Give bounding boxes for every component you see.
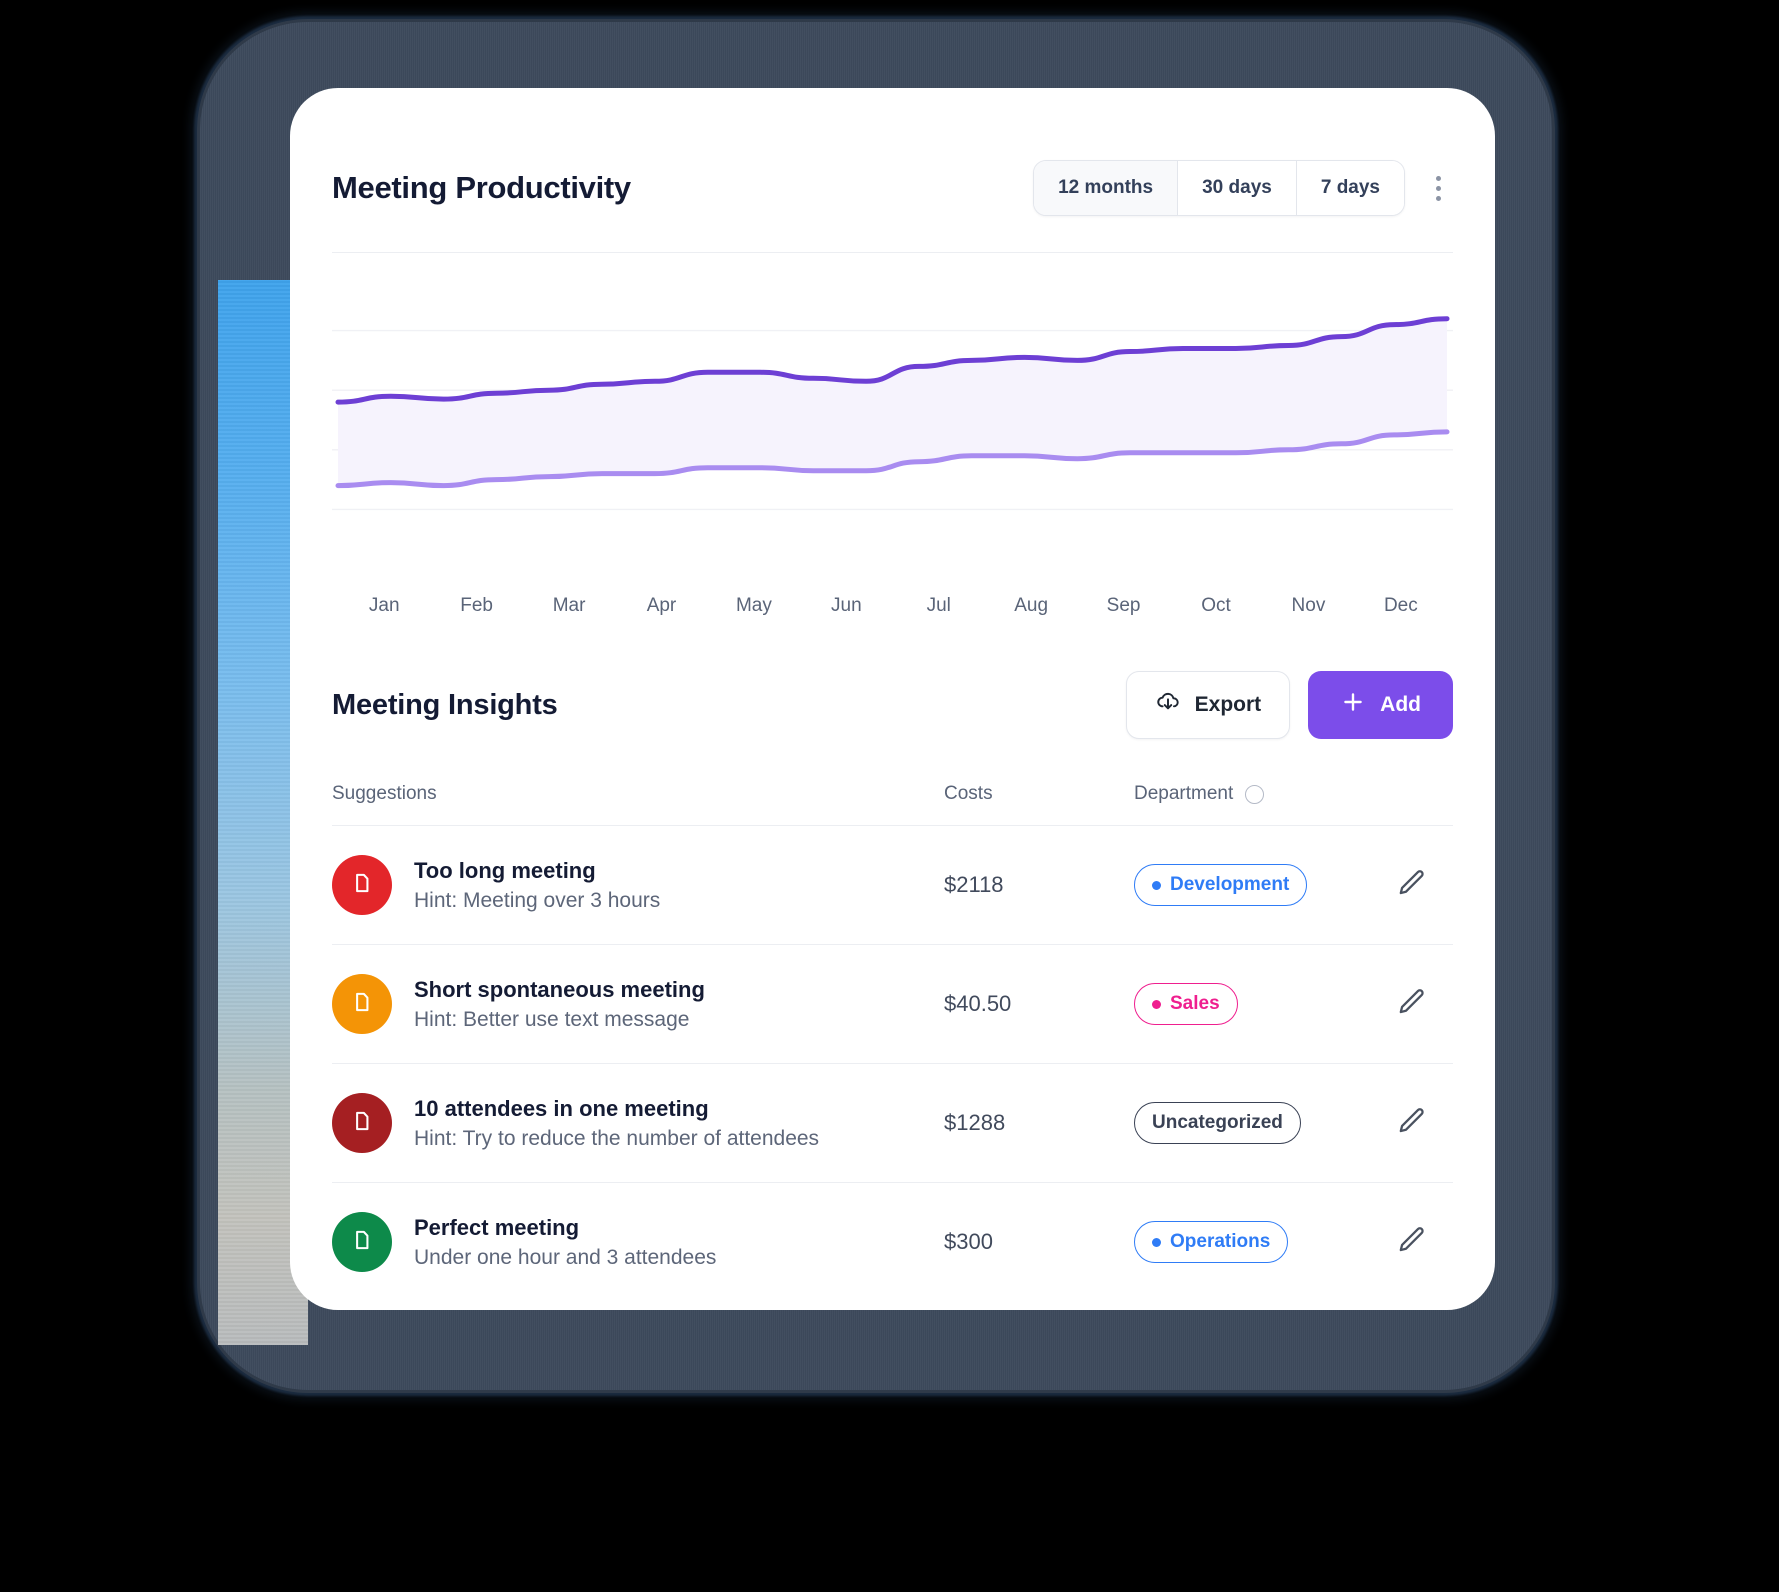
suggestion-title: Too long meeting bbox=[414, 857, 596, 883]
table-row[interactable]: Perfect meeting Under one hour and 3 atte… bbox=[332, 1183, 1453, 1301]
badge-label: Development bbox=[1170, 874, 1290, 895]
export-button[interactable]: Export bbox=[1125, 671, 1291, 739]
x-tick-dec: Dec bbox=[1383, 595, 1418, 616]
cost-value: $40.50 bbox=[944, 991, 1012, 1016]
status-badge[interactable]: Operations bbox=[1134, 1221, 1289, 1263]
cost-value: $2118 bbox=[944, 872, 1004, 897]
x-tick-may: May bbox=[735, 595, 772, 616]
add-button-label: Add bbox=[1380, 693, 1421, 716]
suggestion-hint: Hint: Better use text message bbox=[414, 1007, 690, 1031]
chart-canvas bbox=[332, 316, 1453, 511]
x-tick-feb: Feb bbox=[460, 595, 493, 616]
range-option-12-months[interactable]: 12 months bbox=[1034, 161, 1178, 215]
x-tick-aug: Aug bbox=[1014, 595, 1049, 616]
productivity-chart bbox=[332, 261, 1453, 591]
avatar bbox=[332, 855, 392, 915]
range-option-7-days[interactable]: 7 days bbox=[1295, 161, 1404, 215]
kebab-dot bbox=[1435, 185, 1441, 191]
kebab-dot bbox=[1435, 175, 1441, 181]
insights-table: Suggestions Costs Department Too long me… bbox=[332, 783, 1453, 1301]
column-header-department: Department bbox=[1134, 783, 1234, 804]
suggestion-hint: Under one hour and 3 attendees bbox=[414, 1245, 717, 1269]
badge-label: Operations bbox=[1170, 1231, 1271, 1252]
badge-label: Uncategorized bbox=[1152, 1112, 1283, 1133]
badge-dot bbox=[1152, 880, 1161, 890]
header-actions: 12 months 30 days 7 days bbox=[1033, 160, 1453, 216]
x-tick-jun: Jun bbox=[831, 595, 862, 616]
avatar bbox=[332, 1093, 392, 1153]
cloud-download-icon bbox=[1155, 689, 1181, 721]
cost-value: $1288 bbox=[944, 1110, 1006, 1135]
range-option-30-days[interactable]: 30 days bbox=[1177, 161, 1296, 215]
suggestion-hint: Hint: Meeting over 3 hours bbox=[414, 888, 661, 912]
suggestion-title: Perfect meeting bbox=[414, 1214, 580, 1240]
add-button[interactable]: Add bbox=[1308, 671, 1453, 739]
status-badge[interactable]: Uncategorized bbox=[1134, 1102, 1301, 1144]
x-tick-nov: Nov bbox=[1291, 595, 1326, 616]
suggestion-title: 10 attendees in one meeting bbox=[414, 1095, 709, 1121]
document-icon bbox=[349, 870, 375, 901]
status-badge[interactable]: Sales bbox=[1134, 983, 1238, 1025]
pencil-icon[interactable] bbox=[1394, 1223, 1428, 1262]
table-header-row: Suggestions Costs Department bbox=[332, 783, 1453, 826]
plus-icon bbox=[1340, 689, 1366, 721]
export-button-label: Export bbox=[1194, 693, 1262, 716]
avatar bbox=[332, 974, 392, 1034]
section-title: Meeting Insights bbox=[332, 688, 558, 721]
document-icon bbox=[349, 1108, 375, 1139]
app-card: Meeting Productivity 12 months 30 days 7… bbox=[290, 88, 1495, 1310]
badge-label: Sales bbox=[1170, 993, 1220, 1014]
column-header-department-cell: Department bbox=[1134, 783, 1369, 805]
table-row[interactable]: 10 attendees in one meeting Hint: Try to … bbox=[332, 1064, 1453, 1183]
table-row[interactable]: Short spontaneous meeting Hint: Better us… bbox=[332, 945, 1453, 1064]
screenshot-stage: Meeting Productivity 12 months 30 days 7… bbox=[0, 0, 1779, 1592]
status-badge[interactable]: Development bbox=[1134, 864, 1308, 906]
x-tick-sep: Sep bbox=[1106, 595, 1141, 616]
document-icon bbox=[349, 1227, 375, 1258]
chart-x-axis: Jan Feb Mar Apr May Jun Jul Aug Sep Oct Nov Dec bbox=[332, 595, 1453, 617]
panel-header: Meeting Productivity 12 months 30 days 7… bbox=[332, 88, 1453, 216]
pencil-icon[interactable] bbox=[1394, 866, 1428, 905]
page-title: Meeting Productivity bbox=[332, 170, 631, 205]
badge-dot bbox=[1152, 999, 1161, 1009]
x-tick-apr: Apr bbox=[646, 595, 677, 616]
circle-icon[interactable] bbox=[1245, 784, 1265, 804]
suggestion-title: Short spontaneous meeting bbox=[414, 976, 705, 1002]
x-tick-jul: Jul bbox=[926, 595, 951, 616]
header-divider bbox=[332, 252, 1453, 253]
kebab-dot bbox=[1435, 195, 1441, 201]
badge-dot bbox=[1152, 1237, 1161, 1247]
time-range-segmented-control[interactable]: 12 months 30 days 7 days bbox=[1033, 160, 1405, 216]
column-header-suggestions: Suggestions bbox=[332, 783, 437, 804]
table-body: Too long meeting Hint: Meeting over 3 hou… bbox=[332, 826, 1453, 1301]
pencil-icon[interactable] bbox=[1394, 1104, 1428, 1143]
cost-value: $300 bbox=[944, 1229, 993, 1254]
x-tick-mar: Mar bbox=[552, 595, 586, 616]
x-tick-oct: Oct bbox=[1201, 595, 1231, 616]
kebab-menu-icon[interactable] bbox=[1423, 168, 1453, 208]
pencil-icon[interactable] bbox=[1394, 985, 1428, 1024]
x-tick-jan: Jan bbox=[368, 595, 400, 616]
avatar bbox=[332, 1212, 392, 1272]
insights-actions: Export Add bbox=[1125, 671, 1453, 739]
suggestion-hint: Hint: Try to reduce the number of attend… bbox=[414, 1126, 820, 1150]
column-header-costs: Costs bbox=[944, 783, 993, 804]
table-row[interactable]: Too long meeting Hint: Meeting over 3 hou… bbox=[332, 826, 1453, 945]
document-icon bbox=[349, 989, 375, 1020]
insights-header: Meeting Insights Export Add bbox=[332, 671, 1453, 739]
